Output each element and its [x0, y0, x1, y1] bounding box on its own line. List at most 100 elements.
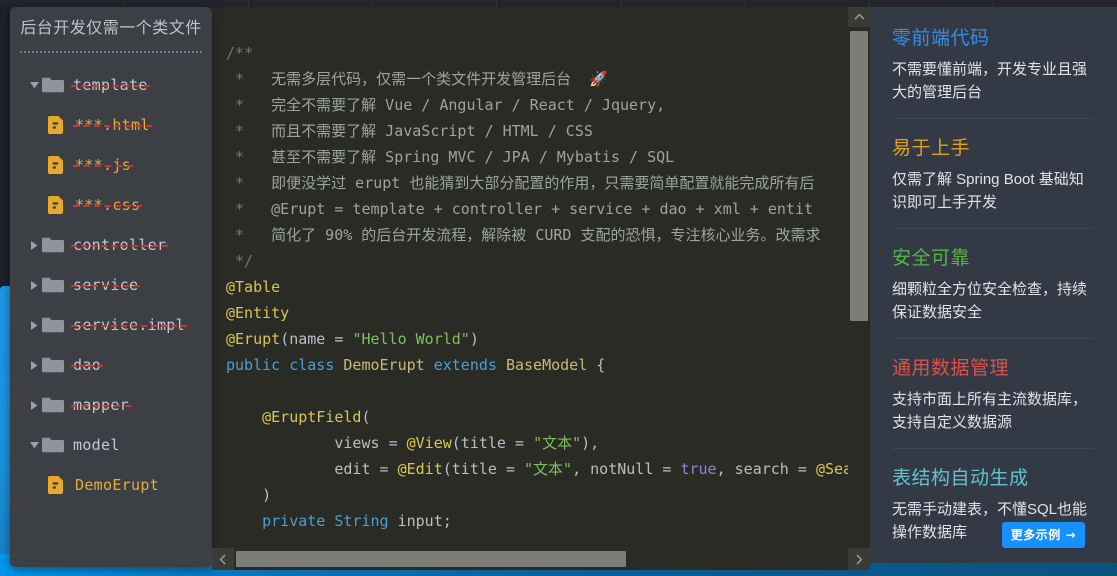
feature-description: 不需要懂前端，开发专业且强大的管理后台 [892, 61, 1088, 101]
feature-description: 细颗粒全方位安全检查，持续保证数据安全 [892, 281, 1088, 321]
tree-node-label: service [70, 276, 141, 294]
top-strip-divider [869, 0, 870, 7]
folder-icon [42, 237, 64, 253]
vertical-scroll-thumb[interactable] [850, 31, 868, 321]
scroll-right-button[interactable] [848, 548, 870, 570]
caret-right-icon [30, 280, 37, 290]
tree-node-label: ***.js [73, 156, 133, 174]
caret-right-icon [30, 320, 37, 330]
feature-item: 零前端代码不需要懂前端，开发专业且强大的管理后台 [892, 23, 1095, 118]
folder-icon [42, 357, 64, 373]
editor-horizontal-scrollbar[interactable] [212, 548, 870, 570]
file-tree-title: 后台开发仅需一个类文件 [20, 20, 202, 37]
more-examples-button[interactable]: 更多示例 → [1001, 522, 1085, 548]
caret-down-icon [29, 81, 39, 88]
folder-icon [42, 317, 64, 333]
page-top-strip [0, 0, 1117, 7]
feature-title: 安全可靠 [892, 248, 971, 269]
caret-down-icon[interactable] [26, 81, 42, 89]
tree-file-node[interactable]: DemoErupt [10, 465, 212, 505]
folder-icon [42, 77, 64, 93]
tree-folder-node[interactable]: template [10, 65, 212, 105]
tree-folder-node[interactable]: service [10, 265, 212, 305]
tree-folder-node[interactable]: model [10, 425, 212, 465]
feature-item: 易于上手仅需了解 Spring Boot 基础知识即可上手开发 [892, 118, 1095, 228]
scroll-up-button[interactable] [848, 7, 870, 27]
code-editor[interactable]: /** * 无需多层代码，仅需一个类文件开发管理后台 🚀 * 完全不需要了解 V… [212, 7, 870, 570]
folder-icon [42, 277, 64, 293]
tree-node-label: template [71, 76, 150, 94]
file-icon [48, 156, 63, 174]
folder-icon [42, 277, 64, 293]
feature-title: 零前端代码 [892, 28, 990, 49]
folder-icon [42, 437, 64, 453]
caret-down-icon[interactable] [26, 441, 42, 449]
folder-icon [42, 77, 64, 93]
top-strip-divider [124, 0, 125, 7]
caret-right-icon [30, 240, 37, 250]
tree-file-node[interactable]: ***.html [10, 105, 212, 145]
tree-folder-node[interactable]: controller [10, 225, 212, 265]
file-icon [48, 116, 66, 134]
feature-title: 通用数据管理 [892, 358, 1010, 379]
top-strip-divider [745, 0, 746, 7]
tree-file-node[interactable]: ***.css [10, 185, 212, 225]
editor-vertical-scrollbar[interactable] [848, 7, 870, 570]
file-tree-divider [20, 51, 202, 53]
tree-node-label: dao [71, 356, 103, 374]
top-strip-divider [496, 0, 497, 7]
feature-panel: 零前端代码不需要懂前端，开发专业且强大的管理后台易于上手仅需了解 Spring … [870, 7, 1117, 563]
code-content: /** * 无需多层代码，仅需一个类文件开发管理后台 🚀 * 完全不需要了解 V… [226, 44, 853, 570]
top-strip-divider [372, 0, 373, 7]
top-strip-divider [248, 0, 249, 7]
file-icon [48, 156, 66, 174]
chevron-up-icon [854, 13, 864, 20]
file-tree-list: template ***.html ***.js ***.css controller s… [10, 53, 212, 505]
caret-right-icon[interactable] [26, 240, 42, 250]
tree-node-label: ***.html [73, 116, 152, 134]
tree-folder-node[interactable]: dao [10, 345, 212, 385]
folder-icon [42, 237, 64, 253]
chevron-left-icon [219, 554, 226, 564]
scroll-left-button[interactable] [212, 548, 234, 570]
folder-icon [42, 397, 64, 413]
feature-title: 易于上手 [892, 138, 971, 159]
caret-right-icon[interactable] [26, 280, 42, 290]
tree-node-label: controller [70, 236, 169, 254]
caret-down-icon [29, 441, 39, 448]
chevron-right-icon [856, 554, 863, 564]
folder-icon [42, 437, 64, 453]
feature-title: 表结构自动生成 [892, 468, 1029, 489]
tree-node-label: mapper [71, 396, 131, 414]
vertical-scroll-track[interactable] [848, 27, 870, 550]
top-strip-divider [621, 0, 622, 7]
horizontal-scroll-thumb[interactable] [236, 551, 626, 567]
tree-node-label: ***.css [72, 196, 143, 214]
folder-icon [42, 357, 64, 373]
file-icon [48, 476, 66, 494]
file-icon [48, 196, 63, 214]
folder-icon [42, 317, 64, 333]
tree-folder-node[interactable]: mapper [10, 385, 212, 425]
feature-description: 仅需了解 Spring Boot 基础知识即可上手开发 [892, 171, 1084, 211]
file-tree-panel: 后台开发仅需一个类文件 template ***.html ***.js ***.cs… [10, 7, 212, 567]
feature-description: 支持市面上所有主流数据库，支持自定义数据源 [892, 391, 1088, 431]
tree-node-label: model [73, 436, 120, 454]
tree-node-label: service.impl [71, 316, 187, 334]
caret-right-icon [30, 360, 37, 370]
app-window: 后台开发仅需一个类文件 template ***.html ***.js ***.cs… [0, 0, 1117, 576]
top-strip-divider [993, 0, 994, 7]
feature-item: 通用数据管理支持市面上所有主流数据库，支持自定义数据源 [892, 338, 1095, 448]
caret-right-icon [30, 400, 37, 410]
caret-right-icon[interactable] [26, 400, 42, 410]
file-icon [48, 196, 66, 214]
file-icon [48, 116, 63, 134]
tree-file-node[interactable]: ***.js [10, 145, 212, 185]
tree-folder-node[interactable]: service.impl [10, 305, 212, 345]
caret-right-icon[interactable] [26, 360, 42, 370]
tree-node-label: DemoErupt [75, 476, 159, 494]
file-icon [48, 476, 63, 494]
caret-right-icon[interactable] [26, 320, 42, 330]
feature-item: 安全可靠细颗粒全方位安全检查，持续保证数据安全 [892, 228, 1095, 338]
folder-icon [42, 397, 64, 413]
